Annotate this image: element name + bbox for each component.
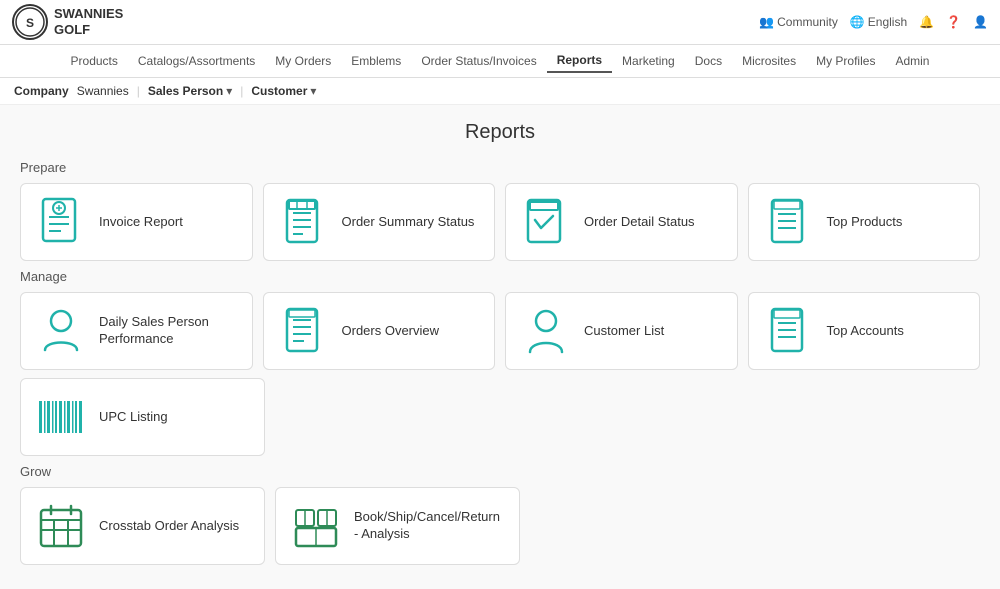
community-link[interactable]: 👥 Community — [759, 15, 838, 29]
sub-nav-divider: | — [137, 84, 140, 98]
prepare-cards-row: Invoice Report Order Summary Status — [20, 183, 980, 261]
card-invoice-report-label: Invoice Report — [99, 214, 183, 231]
sales-person-dropdown[interactable]: Sales Person ▾ — [148, 84, 232, 98]
nav-order-status[interactable]: Order Status/Invoices — [411, 50, 546, 72]
section-manage-label: Manage — [20, 269, 980, 284]
main-nav: Products Catalogs/Assortments My Orders … — [0, 45, 1000, 78]
invoice-icon — [37, 198, 85, 246]
card-order-detail-status[interactable]: Order Detail Status — [505, 183, 738, 261]
nav-marketing[interactable]: Marketing — [612, 50, 685, 72]
user-icon-btn[interactable]: 👤 — [973, 15, 988, 29]
daily-sales-icon — [37, 307, 85, 355]
nav-my-profiles[interactable]: My Profiles — [806, 50, 885, 72]
sub-nav-divider2: | — [240, 84, 243, 98]
nav-admin[interactable]: Admin — [885, 50, 939, 72]
customer-label: Customer — [251, 84, 307, 98]
sales-person-label: Sales Person — [148, 84, 223, 98]
order-summary-icon — [280, 198, 328, 246]
upc-cards-row: UPC Listing — [20, 378, 980, 456]
customer-list-icon — [522, 307, 570, 355]
top-bar: S SWANNIES GOLF 👥 Community 🌐 English 🔔 … — [0, 0, 1000, 45]
card-orders-overview-label: Orders Overview — [342, 323, 440, 340]
card-top-products-label: Top Products — [827, 214, 903, 231]
nav-reports[interactable]: Reports — [547, 49, 612, 73]
card-top-accounts-label: Top Accounts — [827, 323, 904, 340]
user-icon: 👤 — [973, 15, 988, 29]
card-upc-listing-label: UPC Listing — [99, 409, 168, 426]
boxes-icon — [292, 502, 340, 550]
card-book-ship-label: Book/Ship/Cancel/Return - Analysis — [354, 509, 503, 543]
section-grow-label: Grow — [20, 464, 980, 479]
nav-my-orders[interactable]: My Orders — [265, 50, 341, 72]
logo-area: S SWANNIES GOLF — [12, 4, 123, 40]
card-crosstab-order[interactable]: Crosstab Order Analysis — [20, 487, 265, 565]
upc-icon — [37, 393, 85, 441]
sub-nav: Company Swannies | Sales Person ▾ | Cust… — [0, 78, 1000, 105]
language-selector[interactable]: 🌐 English — [850, 15, 907, 29]
card-upc-listing[interactable]: UPC Listing — [20, 378, 265, 456]
question-icon-btn[interactable]: ❓ — [946, 15, 961, 29]
manage-cards-row: Daily Sales Person Performance Orders Ov… — [20, 292, 980, 370]
customer-dropdown[interactable]: Customer ▾ — [251, 84, 316, 98]
card-orders-overview[interactable]: Orders Overview — [263, 292, 496, 370]
question-icon: ❓ — [946, 15, 961, 29]
page-title: Reports — [20, 121, 980, 144]
svg-text:S: S — [26, 16, 34, 30]
nav-emblems[interactable]: Emblems — [341, 50, 411, 72]
card-order-summary-status[interactable]: Order Summary Status — [263, 183, 496, 261]
company-label: Company — [14, 84, 69, 98]
card-daily-sales[interactable]: Daily Sales Person Performance — [20, 292, 253, 370]
card-order-detail-label: Order Detail Status — [584, 214, 695, 231]
bell-icon: 🔔 — [919, 15, 934, 29]
top-accounts-icon — [765, 307, 813, 355]
card-top-products[interactable]: Top Products — [748, 183, 981, 261]
nav-docs[interactable]: Docs — [685, 50, 732, 72]
page-content: Reports Prepare Invoice Report — [0, 105, 1000, 589]
company-value: Swannies — [77, 84, 129, 98]
calendar-grid-icon — [37, 502, 85, 550]
card-order-summary-label: Order Summary Status — [342, 214, 475, 231]
top-products-icon — [765, 198, 813, 246]
community-icon: 👥 — [759, 15, 774, 29]
order-detail-icon — [522, 198, 570, 246]
card-top-accounts[interactable]: Top Accounts — [748, 292, 981, 370]
orders-overview-icon — [280, 307, 328, 355]
chevron-down-icon: ▾ — [226, 84, 232, 98]
grow-cards-row: Crosstab Order Analysis Book/Ship/Cancel… — [20, 487, 980, 565]
logo-text: SWANNIES GOLF — [54, 6, 123, 37]
card-invoice-report[interactable]: Invoice Report — [20, 183, 253, 261]
card-book-ship[interactable]: Book/Ship/Cancel/Return - Analysis — [275, 487, 520, 565]
card-crosstab-label: Crosstab Order Analysis — [99, 518, 239, 535]
top-right-area: 👥 Community 🌐 English 🔔 ❓ 👤 — [759, 15, 988, 29]
card-customer-list-label: Customer List — [584, 323, 664, 340]
nav-microsites[interactable]: Microsites — [732, 50, 806, 72]
bell-icon-btn[interactable]: 🔔 — [919, 15, 934, 29]
logo-circle: S — [12, 4, 48, 40]
chevron-down-icon2: ▾ — [310, 84, 316, 98]
card-customer-list[interactable]: Customer List — [505, 292, 738, 370]
nav-catalogs[interactable]: Catalogs/Assortments — [128, 50, 265, 72]
globe-icon: 🌐 — [850, 15, 865, 29]
section-prepare-label: Prepare — [20, 160, 980, 175]
card-daily-sales-label: Daily Sales Person Performance — [99, 314, 236, 348]
nav-products[interactable]: Products — [61, 50, 128, 72]
